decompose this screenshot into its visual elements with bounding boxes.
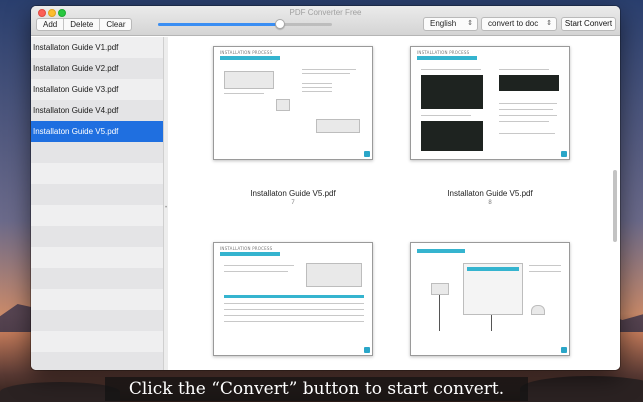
language-select-value: English bbox=[430, 19, 457, 28]
file-list-item[interactable]: Installaton Guide V3.pdf bbox=[31, 79, 163, 100]
add-button[interactable]: Add bbox=[37, 19, 65, 30]
preview-scrollbar[interactable] bbox=[613, 170, 617, 242]
toolbar: PDF Converter Free Add Delete Clear Engl… bbox=[31, 6, 620, 36]
file-list-item[interactable]: Installaton Guide V2.pdf bbox=[31, 58, 163, 79]
page-caption: Installaton Guide V5.pdf bbox=[447, 189, 533, 198]
format-select-value: convert to doc bbox=[488, 19, 539, 28]
page-caption: Installaton Guide V5.pdf bbox=[250, 189, 336, 198]
file-list-item-selected[interactable]: Installaton Guide V5.pdf bbox=[31, 121, 163, 142]
app-window: PDF Converter Free Add Delete Clear Engl… bbox=[31, 6, 620, 370]
zoom-slider[interactable] bbox=[158, 19, 332, 29]
rock bbox=[520, 376, 643, 402]
language-select[interactable]: English ⇕ bbox=[423, 17, 478, 31]
file-name: Installaton Guide V3.pdf bbox=[33, 85, 119, 94]
page-header-text: INSTALLATION PROCESS bbox=[220, 246, 273, 251]
page-number: 8 bbox=[488, 200, 492, 206]
clear-button[interactable]: Clear bbox=[100, 19, 131, 30]
start-convert-button[interactable]: Start Convert bbox=[561, 17, 616, 31]
file-name: Installaton Guide V1.pdf bbox=[33, 43, 119, 52]
page-preview-area: INSTALLATION PROCESS Installaton Guide V… bbox=[168, 37, 620, 370]
file-list-item[interactable]: Installaton Guide V4.pdf bbox=[31, 100, 163, 121]
file-actions-group: Add Delete Clear bbox=[36, 18, 133, 31]
up-down-arrows-icon: ⇕ bbox=[546, 20, 552, 27]
format-select[interactable]: convert to doc ⇕ bbox=[481, 17, 557, 31]
zoom-slider-fill bbox=[158, 23, 280, 26]
page-thumbnail[interactable]: INSTALLATION PROCESS bbox=[410, 46, 570, 160]
page-header-text: INSTALLATION PROCESS bbox=[220, 50, 273, 55]
rock bbox=[0, 382, 120, 402]
divider-grip-icon: • bbox=[165, 205, 168, 211]
page-thumbnail[interactable]: INSTALLATION PROCESS bbox=[213, 46, 373, 160]
file-name: Installaton Guide V2.pdf bbox=[33, 64, 119, 73]
file-name: Installaton Guide V5.pdf bbox=[33, 127, 119, 136]
page-thumbnail[interactable]: INSTALLATION PROCESS bbox=[213, 242, 373, 356]
window-title: PDF Converter Free bbox=[289, 8, 362, 17]
file-list-item[interactable]: Installaton Guide V1.pdf bbox=[31, 37, 163, 58]
file-list: Installaton Guide V1.pdf Installaton Gui… bbox=[31, 37, 164, 370]
up-down-arrows-icon: ⇕ bbox=[467, 20, 473, 27]
page-thumbnail[interactable] bbox=[410, 242, 570, 356]
delete-button[interactable]: Delete bbox=[64, 19, 101, 30]
zoom-slider-thumb[interactable] bbox=[274, 19, 285, 29]
page-number: 7 bbox=[291, 200, 295, 206]
instruction-caption: Click the “Convert” button to start conv… bbox=[105, 377, 528, 401]
file-name: Installaton Guide V4.pdf bbox=[33, 106, 119, 115]
page-header-text: INSTALLATION PROCESS bbox=[417, 50, 470, 55]
